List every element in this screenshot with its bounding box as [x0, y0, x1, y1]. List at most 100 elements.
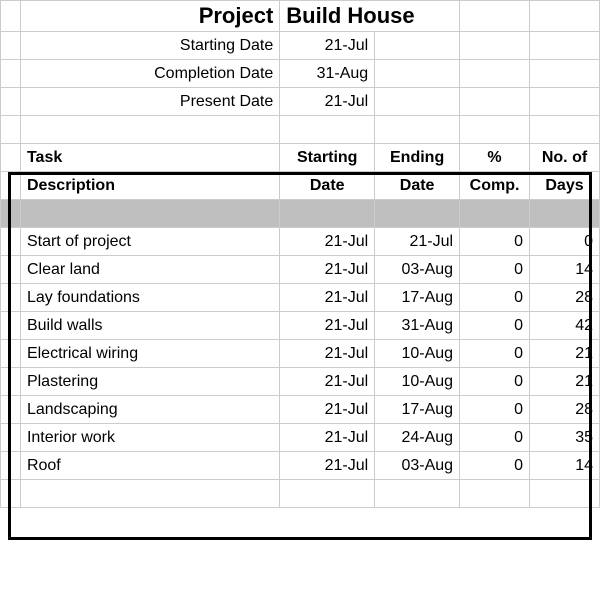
cell[interactable]	[1, 480, 21, 508]
cell[interactable]	[530, 116, 600, 144]
col-task-h2[interactable]: Description	[20, 172, 279, 200]
col-pct-h1[interactable]: %	[460, 144, 530, 172]
task-start[interactable]: 21-Jul	[280, 368, 375, 396]
task-desc[interactable]: Roof	[20, 452, 279, 480]
task-pct[interactable]: 0	[460, 228, 530, 256]
task-start[interactable]: 21-Jul	[280, 396, 375, 424]
cell[interactable]	[375, 116, 460, 144]
cell[interactable]	[375, 200, 460, 228]
completion-date-label[interactable]: Completion Date	[20, 60, 279, 88]
cell[interactable]	[460, 200, 530, 228]
task-end[interactable]: 21-Jul	[375, 228, 460, 256]
col-end-h2[interactable]: Date	[375, 172, 460, 200]
cell[interactable]	[530, 32, 600, 60]
cell[interactable]	[530, 88, 600, 116]
task-desc[interactable]: Electrical wiring	[20, 340, 279, 368]
task-days[interactable]: 21	[530, 340, 600, 368]
task-start[interactable]: 21-Jul	[280, 284, 375, 312]
task-end[interactable]: 31-Aug	[375, 312, 460, 340]
task-pct[interactable]: 0	[460, 396, 530, 424]
task-end[interactable]: 17-Aug	[375, 396, 460, 424]
cell[interactable]	[375, 32, 460, 60]
starting-date-label[interactable]: Starting Date	[20, 32, 279, 60]
task-days[interactable]: 35	[530, 424, 600, 452]
completion-date-value[interactable]: 31-Aug	[280, 60, 375, 88]
task-desc[interactable]: Start of project	[20, 228, 279, 256]
cell[interactable]	[460, 60, 530, 88]
col-end-h1[interactable]: Ending	[375, 144, 460, 172]
task-pct[interactable]: 0	[460, 452, 530, 480]
cell[interactable]	[20, 480, 279, 508]
cell[interactable]	[1, 200, 21, 228]
cell[interactable]	[1, 312, 21, 340]
cell[interactable]	[1, 340, 21, 368]
task-days[interactable]: 21	[530, 368, 600, 396]
cell[interactable]	[1, 144, 21, 172]
task-end[interactable]: 17-Aug	[375, 284, 460, 312]
task-days[interactable]: 42	[530, 312, 600, 340]
present-date-label[interactable]: Present Date	[20, 88, 279, 116]
task-end[interactable]: 03-Aug	[375, 256, 460, 284]
cell[interactable]	[530, 60, 600, 88]
cell[interactable]	[375, 88, 460, 116]
task-end[interactable]: 03-Aug	[375, 452, 460, 480]
cell[interactable]	[1, 256, 21, 284]
cell[interactable]	[1, 368, 21, 396]
cell[interactable]	[1, 88, 21, 116]
task-end[interactable]: 10-Aug	[375, 368, 460, 396]
cell[interactable]	[1, 60, 21, 88]
cell[interactable]	[530, 480, 600, 508]
task-pct[interactable]: 0	[460, 312, 530, 340]
task-pct[interactable]: 0	[460, 340, 530, 368]
col-start-h2[interactable]: Date	[280, 172, 375, 200]
cell[interactable]	[1, 396, 21, 424]
cell[interactable]	[280, 116, 375, 144]
task-days[interactable]: 14	[530, 256, 600, 284]
project-name[interactable]: Build House	[280, 1, 460, 32]
cell[interactable]	[460, 480, 530, 508]
cell[interactable]	[1, 424, 21, 452]
task-days[interactable]: 28	[530, 284, 600, 312]
task-days[interactable]: 28	[530, 396, 600, 424]
cell[interactable]	[1, 116, 21, 144]
cell[interactable]	[280, 480, 375, 508]
task-days[interactable]: 14	[530, 452, 600, 480]
cell[interactable]	[530, 200, 600, 228]
task-desc[interactable]: Lay foundations	[20, 284, 279, 312]
cell[interactable]	[460, 116, 530, 144]
col-start-h1[interactable]: Starting	[280, 144, 375, 172]
cell[interactable]	[460, 32, 530, 60]
task-pct[interactable]: 0	[460, 284, 530, 312]
cell[interactable]	[1, 284, 21, 312]
task-desc[interactable]: Build walls	[20, 312, 279, 340]
cell[interactable]	[1, 32, 21, 60]
cell[interactable]	[375, 60, 460, 88]
task-start[interactable]: 21-Jul	[280, 452, 375, 480]
project-label[interactable]: Project	[20, 1, 279, 32]
present-date-value[interactable]: 21-Jul	[280, 88, 375, 116]
cell[interactable]	[280, 200, 375, 228]
task-pct[interactable]: 0	[460, 256, 530, 284]
task-desc[interactable]: Landscaping	[20, 396, 279, 424]
task-days[interactable]: 0	[530, 228, 600, 256]
cell[interactable]	[1, 172, 21, 200]
cell[interactable]	[1, 452, 21, 480]
cell[interactable]	[530, 1, 600, 32]
col-days-h2[interactable]: Days	[530, 172, 600, 200]
task-pct[interactable]: 0	[460, 368, 530, 396]
cell[interactable]	[20, 200, 279, 228]
cell[interactable]	[460, 1, 530, 32]
task-start[interactable]: 21-Jul	[280, 312, 375, 340]
task-desc[interactable]: Interior work	[20, 424, 279, 452]
cell[interactable]	[1, 1, 21, 32]
task-start[interactable]: 21-Jul	[280, 424, 375, 452]
cell[interactable]	[460, 88, 530, 116]
task-end[interactable]: 24-Aug	[375, 424, 460, 452]
task-pct[interactable]: 0	[460, 424, 530, 452]
col-pct-h2[interactable]: Comp.	[460, 172, 530, 200]
col-days-h1[interactable]: No. of	[530, 144, 600, 172]
task-start[interactable]: 21-Jul	[280, 228, 375, 256]
task-start[interactable]: 21-Jul	[280, 340, 375, 368]
task-desc[interactable]: Plastering	[20, 368, 279, 396]
task-start[interactable]: 21-Jul	[280, 256, 375, 284]
